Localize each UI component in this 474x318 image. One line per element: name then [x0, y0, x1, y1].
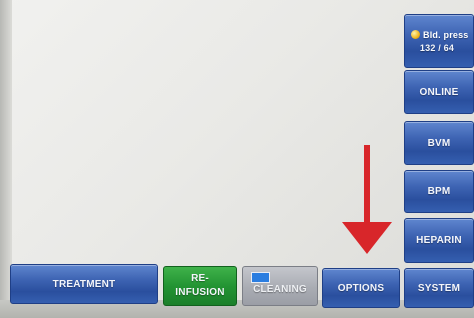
- bvm-label: BVM: [427, 137, 451, 149]
- heparin-button[interactable]: HEPARIN: [404, 218, 474, 263]
- options-label: OPTIONS: [337, 282, 385, 294]
- status-dot-icon: [411, 30, 420, 39]
- treatment-button[interactable]: TREATMENT: [10, 264, 158, 304]
- online-label: ONLINE: [419, 86, 459, 98]
- red-arrow-shaft: [364, 145, 370, 223]
- bpm-button[interactable]: BPM: [404, 170, 474, 213]
- bpm-label: BPM: [427, 186, 451, 197]
- red-arrow-head-icon: [342, 222, 392, 254]
- cleaning-label: CLEANING: [253, 283, 307, 295]
- blood-pressure-button[interactable]: Bld. press 132 / 64: [404, 14, 474, 68]
- reinfusion-label-line2: INFUSION: [175, 287, 225, 298]
- heparin-label: HEPARIN: [416, 235, 462, 246]
- reinfusion-label-line1: RE-: [191, 272, 209, 284]
- blood-pressure-value: 132 / 64: [419, 42, 455, 53]
- blood-pressure-label: Bld. press: [423, 29, 469, 40]
- system-button[interactable]: SYSTEM: [404, 268, 474, 308]
- cleaning-button[interactable]: CLEANING: [242, 266, 318, 306]
- bvm-button[interactable]: BVM: [404, 121, 474, 165]
- reinfusion-button[interactable]: RE- INFUSION: [163, 266, 237, 306]
- system-label: SYSTEM: [417, 282, 461, 294]
- cleaning-indicator-icon: [251, 272, 270, 283]
- treatment-label: TREATMENT: [52, 278, 116, 290]
- blood-pressure-header: Bld. press: [411, 30, 469, 40]
- options-button[interactable]: OPTIONS: [322, 268, 400, 308]
- online-button[interactable]: ONLINE: [404, 70, 474, 114]
